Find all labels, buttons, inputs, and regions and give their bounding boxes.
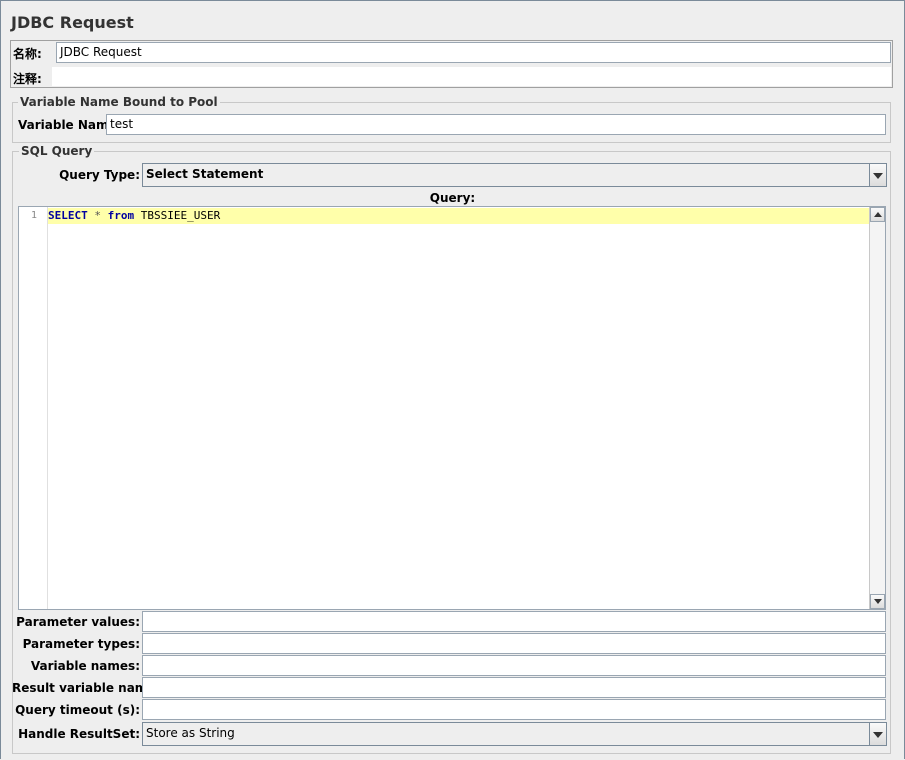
chevron-down-icon [873,173,883,179]
parameter-types-input[interactable] [142,633,886,654]
handle-resultset-dropdown-button[interactable] [869,723,886,745]
name-input[interactable]: JDBC Request [56,42,891,63]
parameter-values-input[interactable] [142,611,886,632]
handle-resultset-label: Handle ResultSet: [18,727,140,741]
result-variable-name-input[interactable] [142,677,886,698]
comment-label: 注释: [13,72,42,86]
arrow-up-icon [874,212,882,217]
sql-query-editor[interactable]: 1 SELECT * from TBSSIEE_USER [18,206,886,610]
line-number: 1 [30,210,37,221]
query-type-value: Select Statement [146,167,264,181]
handle-resultset-value: Store as String [146,726,235,740]
editor-vertical-scrollbar[interactable] [869,207,885,609]
query-timeout-label: Query timeout (s): [15,703,140,717]
scroll-up-button[interactable] [870,207,885,222]
query-type-select[interactable]: Select Statement [142,163,887,187]
comment-input[interactable] [52,67,891,86]
pool-section-legend: Variable Name Bound to Pool [18,95,220,109]
variable-name-input[interactable]: test [106,114,886,135]
query-type-dropdown-button[interactable] [869,164,886,186]
variable-names-label: Variable names: [30,659,140,673]
query-type-label: Query Type: [59,168,140,182]
handle-resultset-select[interactable]: Store as String [142,722,887,746]
name-label: 名称: [13,47,42,61]
chevron-down-icon [873,732,883,738]
sql-query-legend: SQL Query [19,144,95,158]
code-line: SELECT * from TBSSIEE_USER [48,209,220,222]
query-timeout-input[interactable] [142,699,886,720]
sql-star: * [94,209,101,222]
result-variable-name-label: Result variable name: [12,681,161,695]
panel-title: JDBC Request [11,13,134,32]
variable-names-input[interactable] [142,655,886,676]
parameter-values-label: Parameter values: [16,615,140,629]
parameter-types-label: Parameter types: [22,637,140,651]
sql-keyword-from: from [107,209,135,222]
line-number-gutter: 1 [19,207,48,609]
query-label: Query: [429,191,476,205]
scroll-down-button[interactable] [870,594,885,609]
sql-keyword-select: SELECT [48,209,88,222]
sql-table-name: TBSSIEE_USER [140,209,221,222]
arrow-down-icon [874,599,882,604]
